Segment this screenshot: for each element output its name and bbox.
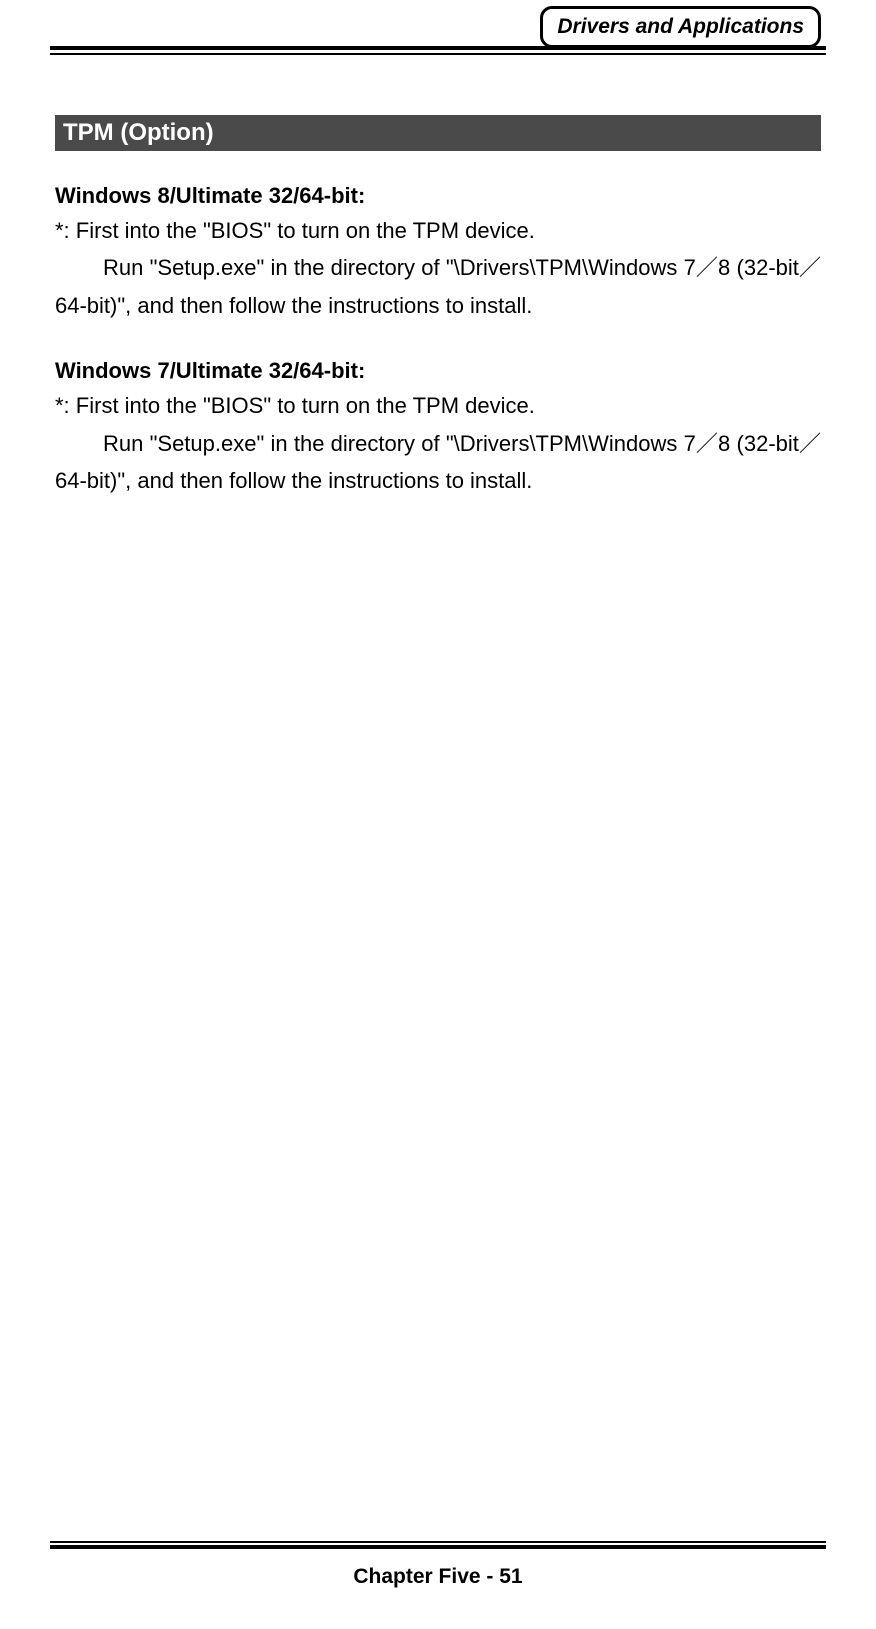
block-windows8: Windows 8/Ultimate 32/64-bit: *: First i…: [55, 179, 821, 324]
page-footer: Chapter Five - 51: [0, 1541, 876, 1589]
page-header: Drivers and Applications: [0, 0, 876, 60]
footer-rule-thin: [50, 1541, 826, 1543]
os-heading-win7: Windows 7/Ultimate 32/64-bit:: [55, 354, 821, 387]
install-instruction-win7: Run "Setup.exe" in the directory of "\Dr…: [55, 425, 821, 500]
block-windows7: Windows 7/Ultimate 32/64-bit: *: First i…: [55, 354, 821, 499]
header-rule-thin: [50, 53, 826, 55]
bios-note-win8: *: First into the "BIOS" to turn on the …: [55, 212, 821, 249]
bios-note-win7: *: First into the "BIOS" to turn on the …: [55, 387, 821, 424]
section-title: TPM (Option): [55, 115, 821, 151]
header-badge: Drivers and Applications: [540, 6, 821, 48]
footer-rule-thick: [50, 1545, 826, 1549]
install-instruction-win8: Run "Setup.exe" in the directory of "\Dr…: [55, 249, 821, 324]
section-gap: [55, 324, 821, 354]
page-content: TPM (Option) Windows 8/Ultimate 32/64-bi…: [0, 60, 876, 499]
os-heading-win8: Windows 8/Ultimate 32/64-bit:: [55, 179, 821, 212]
